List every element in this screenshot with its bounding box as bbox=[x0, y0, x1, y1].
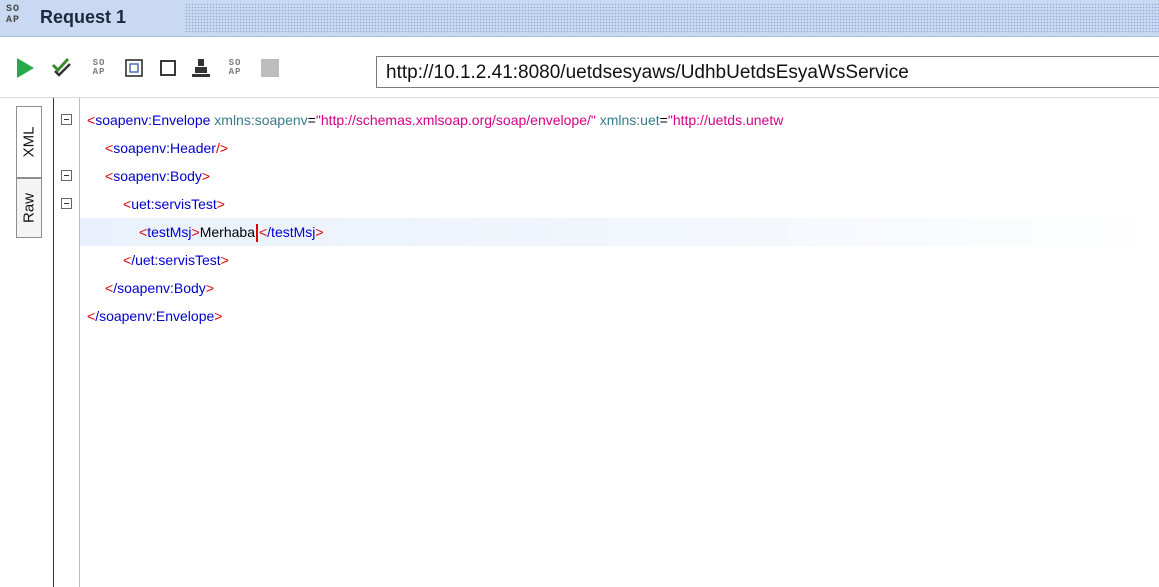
soap-icon: SO AP bbox=[228, 58, 242, 77]
soap-logo-icon: SO AP bbox=[6, 4, 34, 30]
code-line: <soapenv:Header/> bbox=[105, 140, 229, 156]
user-auth-button[interactable] bbox=[188, 55, 214, 81]
stop-button[interactable] bbox=[257, 55, 283, 81]
editor-view-tabs: XML Raw bbox=[0, 98, 56, 587]
code-line: </soapenv:Body> bbox=[105, 280, 214, 296]
current-code-line: <testMsj>Merhaba </testMsj> bbox=[80, 218, 1159, 246]
title-grip[interactable] bbox=[185, 3, 1159, 33]
soap-action-button[interactable]: SO AP bbox=[86, 55, 112, 81]
user-icon bbox=[192, 59, 210, 77]
tab-xml-label: XML bbox=[20, 126, 38, 158]
code-line: <uet:servisTest> bbox=[123, 196, 225, 212]
code-line: <soapenv:Body> bbox=[105, 168, 211, 184]
expand-icon bbox=[125, 59, 143, 77]
soap-logo-text: SO AP bbox=[6, 4, 21, 26]
tab-raw[interactable]: Raw bbox=[16, 178, 42, 238]
code-line: </uet:servisTest> bbox=[123, 252, 229, 268]
fold-servistest-toggle[interactable] bbox=[61, 198, 72, 209]
fold-envelope-toggle[interactable] bbox=[61, 114, 72, 125]
gutter-divider bbox=[53, 98, 54, 587]
endpoint-url-field[interactable]: http://10.1.2.41:8080/uetdsesyaws/UdhbUe… bbox=[376, 56, 1159, 88]
expand-button[interactable] bbox=[121, 55, 147, 81]
check-icon bbox=[51, 57, 71, 77]
soap-icon: SO AP bbox=[92, 58, 106, 77]
window-title: Request 1 bbox=[40, 7, 127, 27]
square-icon bbox=[160, 60, 176, 76]
fold-body-toggle[interactable] bbox=[61, 170, 72, 181]
maximize-button[interactable] bbox=[155, 55, 181, 81]
stop-icon bbox=[261, 59, 279, 77]
param-value: Merhaba bbox=[199, 224, 255, 240]
play-icon bbox=[17, 58, 34, 78]
code-line: <soapenv:Envelope xmlns:soapenv="http://… bbox=[87, 112, 784, 128]
request-editor: XML Raw <soapenv:Envelope xmlns:soapenv=… bbox=[0, 97, 1159, 587]
text-caret bbox=[255, 224, 258, 243]
validate-button[interactable] bbox=[49, 55, 75, 81]
tab-raw-label: Raw bbox=[20, 192, 38, 224]
code-line: </soapenv:Envelope> bbox=[87, 308, 223, 324]
soap-action-2-button[interactable]: SO AP bbox=[222, 55, 248, 81]
tab-xml[interactable]: XML bbox=[16, 106, 42, 178]
request-title-bar: SO AP Request 1 bbox=[0, 0, 1159, 37]
submit-request-button[interactable] bbox=[12, 55, 38, 81]
